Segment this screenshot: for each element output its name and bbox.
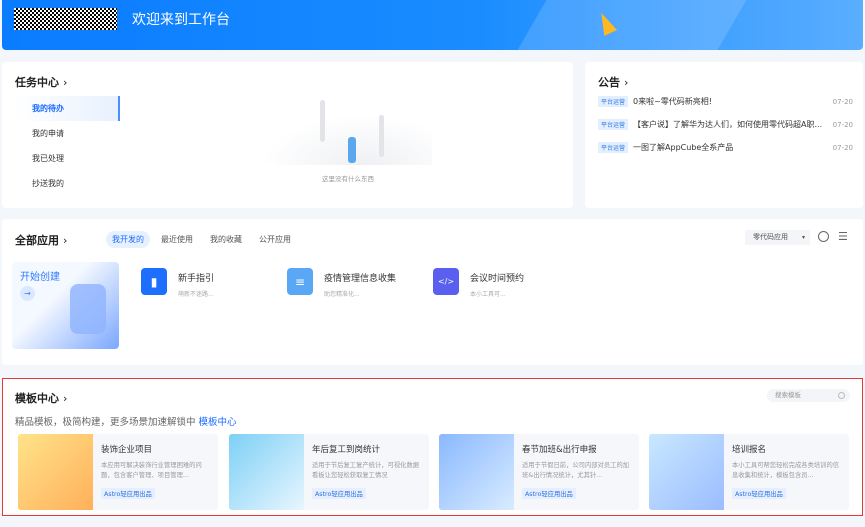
- template-card[interactable]: 装饰企业项目本应用可解决装饰行业管理困难的问题，包含客户管理、项目管理... As…: [18, 434, 218, 510]
- task-center-title[interactable]: 任务中心 ›: [15, 74, 67, 90]
- template-image: [18, 434, 93, 510]
- sort-icon[interactable]: ☰: [838, 231, 848, 242]
- create-app-label: 开始创建: [20, 272, 60, 283]
- create-app-card[interactable]: 开始创建 →: [12, 262, 119, 349]
- caret-down-icon: ▾: [801, 234, 805, 241]
- template-image: [649, 434, 724, 510]
- chevron-right-icon: ›: [63, 234, 68, 247]
- template-name: 年后复工到岗统计: [312, 445, 381, 455]
- template-subtitle: 精品模板，极简构建，更多场景加速解锁中 模板中心: [15, 414, 237, 428]
- date: 07-20: [832, 143, 853, 152]
- template-card[interactable]: 培训报名本小工具可帮您轻松完成各类培训的信息收集和统计，模板包含员... Astr…: [649, 434, 849, 510]
- template-center-label: 模板中心: [15, 392, 59, 405]
- app-item[interactable]: ▮ 新手指引萌新不迷路...: [141, 268, 214, 298]
- app-desc: 本小工具可...: [470, 291, 506, 298]
- template-desc: 本小工具可帮您轻松完成各类培训的信息收集和统计，模板包含员...: [732, 462, 840, 479]
- announcement-label: 公告: [598, 76, 620, 89]
- app-type-select[interactable]: 零代码应用 ▾: [745, 230, 810, 245]
- app-desc: 助您精准化...: [324, 291, 360, 298]
- app-item[interactable]: ≡ 疫情管理信息收集 助您精准化...: [287, 268, 396, 298]
- text: 0来啦~零代码新亮相!: [633, 97, 713, 106]
- chevron-right-icon: ›: [63, 76, 68, 89]
- date: 07-20: [832, 120, 853, 129]
- template-center-link[interactable]: 模板中心: [199, 417, 237, 428]
- announcement-title[interactable]: 公告 ›: [598, 74, 628, 90]
- template-badge: Astro轻应用出品: [522, 488, 576, 499]
- tab-recent[interactable]: 最近使用: [155, 231, 199, 248]
- subtitle-text: 精品模板，极简构建，更多场景加速解锁中: [15, 417, 196, 428]
- app-name: 新手指引: [178, 274, 215, 284]
- date: 07-20: [832, 97, 853, 106]
- app-name: 会议时间预约: [470, 274, 525, 284]
- template-image: [439, 434, 514, 510]
- chevron-right-icon: ›: [624, 76, 629, 89]
- tab-my-developed[interactable]: 我开发的: [106, 231, 150, 248]
- welcome-title: 欢迎来到工作台: [132, 12, 230, 28]
- template-desc: 本应用可解决装饰行业管理困难的问题，包含客户管理、项目管理...: [101, 462, 202, 479]
- search-icon: [838, 392, 845, 399]
- announcement-item[interactable]: 平台运营 【客户说】了解华为达人们，如何使用零代码超A职... 07-20: [598, 119, 853, 130]
- empty-text: 这里没有什么东西: [322, 175, 374, 183]
- text: 【客户说】了解华为达人们，如何使用零代码超A职...: [633, 120, 823, 129]
- bookmark-icon: ▮: [141, 268, 167, 295]
- tag: 平台运营: [598, 142, 629, 153]
- banner-illustration: [517, 0, 747, 50]
- template-badge: Astro轻应用出品: [312, 488, 366, 499]
- task-tab-processed[interactable]: 我已处理: [15, 146, 120, 171]
- tag: 平台运营: [598, 96, 629, 107]
- tab-public[interactable]: 公开应用: [253, 231, 297, 248]
- task-tab-todo[interactable]: 我的待办: [15, 96, 120, 121]
- all-apps-title[interactable]: 全部应用 ›: [15, 232, 67, 248]
- template-desc: 适用于节后复工复产统计，可视化数据看板让您轻松获取复工情况: [312, 462, 420, 479]
- search-icon[interactable]: [818, 231, 829, 242]
- announcement-item[interactable]: 平台运营 0来啦~零代码新亮相! 07-20: [598, 96, 853, 107]
- announcement-item[interactable]: 平台运营 一图了解AppCube全系产品 07-20: [598, 142, 853, 153]
- task-center-label: 任务中心: [15, 76, 59, 89]
- template-badge: Astro轻应用出品: [101, 488, 155, 499]
- all-apps-label: 全部应用: [15, 234, 59, 247]
- template-card[interactable]: 春节加班&出行申报适用于节假日前，公司内部对员工的加班&出行情况统计，尤其针..…: [439, 434, 639, 510]
- template-center-title[interactable]: 模板中心 ›: [15, 390, 67, 406]
- chevron-right-icon: ›: [63, 392, 68, 405]
- template-name: 装饰企业项目: [101, 445, 153, 455]
- arrow-right-icon[interactable]: →: [20, 286, 35, 301]
- app-type-value: 零代码应用: [753, 233, 788, 241]
- welcome-banner: 欢迎来到工作台: [2, 0, 863, 50]
- template-search-input[interactable]: 搜索模板: [767, 389, 850, 402]
- template-name: 培训报名: [732, 445, 767, 455]
- tab-favorites[interactable]: 我的收藏: [204, 231, 248, 248]
- template-card[interactable]: 年后复工到岗统计适用于节后复工复产统计，可视化数据看板让您轻松获取复工情况 Ast…: [229, 434, 429, 510]
- app-name: 疫情管理信息收集: [324, 274, 397, 284]
- template-image: [229, 434, 304, 510]
- app-desc: 萌新不迷路...: [178, 291, 214, 298]
- task-tab-cc[interactable]: 抄送我的: [15, 171, 120, 196]
- document-icon: ≡: [287, 268, 313, 295]
- task-tab-applied[interactable]: 我的申请: [15, 121, 120, 146]
- empty-illustration: [262, 100, 432, 165]
- template-badge: Astro轻应用出品: [732, 488, 786, 499]
- search-placeholder: 搜索模板: [775, 391, 801, 399]
- text: 一图了解AppCube全系产品: [633, 143, 734, 152]
- app-item[interactable]: </> 会议时间预约 本小工具可...: [433, 268, 524, 298]
- template-desc: 适用于节假日前，公司内部对员工的加班&出行情况统计，尤其针...: [522, 462, 630, 479]
- template-name: 春节加班&出行申报: [522, 445, 597, 455]
- tag: 平台运营: [598, 119, 629, 130]
- app-illustration: [70, 284, 106, 334]
- logo: [14, 8, 117, 30]
- code-monitor-icon: </>: [433, 268, 459, 295]
